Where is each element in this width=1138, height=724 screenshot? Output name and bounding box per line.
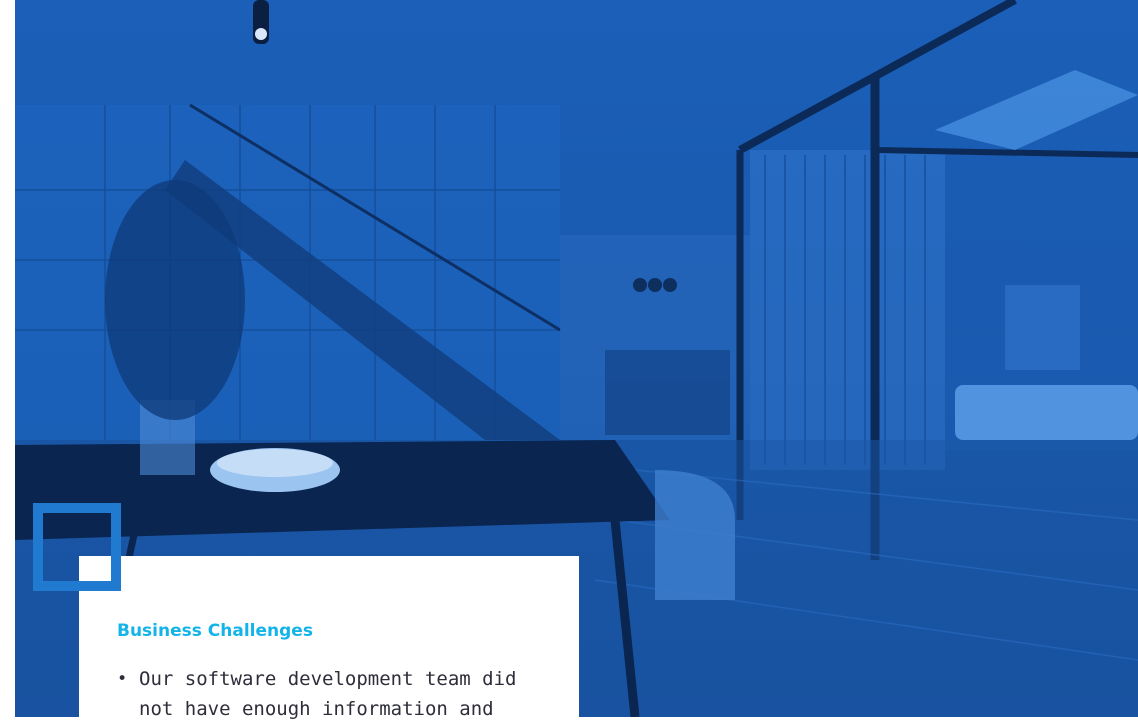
challenges-list: • Our software development team did • no… bbox=[117, 664, 517, 724]
decorative-square bbox=[33, 503, 121, 591]
list-item-text: Our software development team did bbox=[139, 668, 517, 690]
card-title: Business Challenges bbox=[117, 621, 313, 641]
bullet-icon: • bbox=[117, 669, 128, 689]
list-item: • not have enough information and bbox=[117, 694, 517, 724]
list-item: • Our software development team did bbox=[117, 664, 517, 694]
business-challenges-card: Business Challenges • Our software devel… bbox=[79, 556, 579, 720]
